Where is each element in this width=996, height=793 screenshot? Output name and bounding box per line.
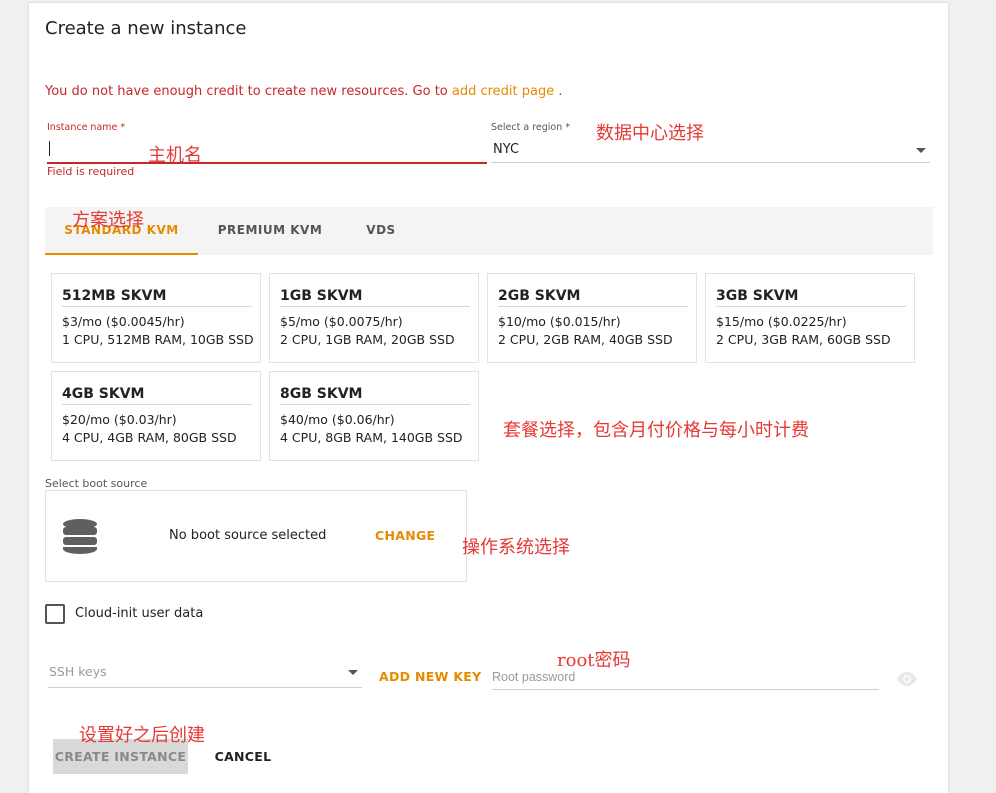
add-credit-link[interactable]: add credit page: [452, 84, 554, 99]
plan-card-1gb[interactable]: 1GB SKVM $5/mo ($0.0075/hr) 2 CPU, 1GB R…: [269, 273, 479, 363]
create-instance-card: Create a new instance You do not have en…: [29, 3, 948, 793]
cancel-button[interactable]: CANCEL: [203, 739, 283, 774]
plan-name: 3GB SKVM: [716, 288, 906, 307]
region-label: Select a region *: [491, 122, 570, 133]
plan-price: $3/mo ($0.0045/hr): [62, 314, 185, 329]
cloud-init-checkbox[interactable]: [45, 604, 65, 624]
credit-warning-text: You do not have enough credit to create …: [45, 84, 452, 99]
region-selected-value: NYC: [493, 142, 520, 157]
plan-price: $15/mo ($0.0225/hr): [716, 314, 847, 329]
plan-name: 8GB SKVM: [280, 386, 470, 405]
plan-name: 1GB SKVM: [280, 288, 470, 307]
plan-price: $20/mo ($0.03/hr): [62, 412, 177, 427]
instance-name-error: Field is required: [47, 165, 135, 178]
boot-source-label: Select boot source: [45, 477, 148, 490]
plan-card-4gb[interactable]: 4GB SKVM $20/mo ($0.03/hr) 4 CPU, 4GB RA…: [51, 371, 261, 461]
plan-name: 512MB SKVM: [62, 288, 252, 307]
tab-premium-kvm[interactable]: PREMIUM KVM: [210, 207, 330, 255]
plan-spec: 1 CPU, 512MB RAM, 10GB SSD: [62, 332, 254, 347]
database-icon: [63, 519, 97, 554]
ssh-keys-select[interactable]: SSH keys: [48, 659, 362, 688]
plan-spec: 4 CPU, 4GB RAM, 80GB SSD: [62, 430, 237, 445]
page-title: Create a new instance: [45, 18, 247, 39]
plan-name: 4GB SKVM: [62, 386, 252, 405]
plan-price: $40/mo ($0.06/hr): [280, 412, 395, 427]
annotation-hostname: 主机名: [148, 145, 202, 166]
credit-warning-suffix: .: [554, 84, 563, 99]
boot-source-status: No boot source selected: [169, 528, 327, 543]
annotation-os: 操作系统选择: [462, 537, 570, 558]
annotation-plan-type: 方案选择: [72, 210, 144, 231]
plan-card-512mb[interactable]: 512MB SKVM $3/mo ($0.0045/hr) 1 CPU, 512…: [51, 273, 261, 363]
boot-source-box: No boot source selected CHANGE: [45, 490, 467, 582]
annotation-package: 套餐选择，包含月付价格与每小时计费: [503, 420, 809, 441]
plan-type-tabs: STANDARD KVM PREMIUM KVM VDS: [45, 207, 933, 255]
add-new-key-button[interactable]: ADD NEW KEY: [379, 669, 482, 684]
annotation-create: 设置好之后创建: [79, 725, 205, 746]
plan-price: $5/mo ($0.0075/hr): [280, 314, 403, 329]
plan-card-3gb[interactable]: 3GB SKVM $15/mo ($0.0225/hr) 2 CPU, 3GB …: [705, 273, 915, 363]
tab-vds[interactable]: VDS: [355, 207, 407, 255]
plan-spec: 2 CPU, 3GB RAM, 60GB SSD: [716, 332, 891, 347]
text-cursor: [49, 141, 50, 156]
instance-name-label: Instance name *: [47, 122, 126, 133]
plan-name: 2GB SKVM: [498, 288, 688, 307]
credit-warning: You do not have enough credit to create …: [45, 84, 563, 99]
plan-card-2gb[interactable]: 2GB SKVM $10/mo ($0.015/hr) 2 CPU, 2GB R…: [487, 273, 697, 363]
chevron-down-icon: [348, 670, 358, 675]
region-select[interactable]: NYC: [491, 136, 930, 163]
annotation-root-password: root密码: [557, 650, 631, 671]
chevron-down-icon: [916, 148, 926, 153]
change-boot-source-button[interactable]: CHANGE: [375, 528, 435, 543]
ssh-keys-placeholder: SSH keys: [49, 664, 107, 679]
plan-spec: 2 CPU, 1GB RAM, 20GB SSD: [280, 332, 455, 347]
cloud-init-label: Cloud-init user data: [75, 606, 204, 621]
root-password-input[interactable]: [492, 665, 879, 690]
annotation-datacenter: 数据中心选择: [596, 123, 704, 144]
eye-icon[interactable]: [895, 671, 919, 687]
plan-price: $10/mo ($0.015/hr): [498, 314, 621, 329]
instance-name-input[interactable]: [47, 136, 487, 164]
plan-spec: 4 CPU, 8GB RAM, 140GB SSD: [280, 430, 463, 445]
plan-spec: 2 CPU, 2GB RAM, 40GB SSD: [498, 332, 673, 347]
plan-card-8gb[interactable]: 8GB SKVM $40/mo ($0.06/hr) 4 CPU, 8GB RA…: [269, 371, 479, 461]
